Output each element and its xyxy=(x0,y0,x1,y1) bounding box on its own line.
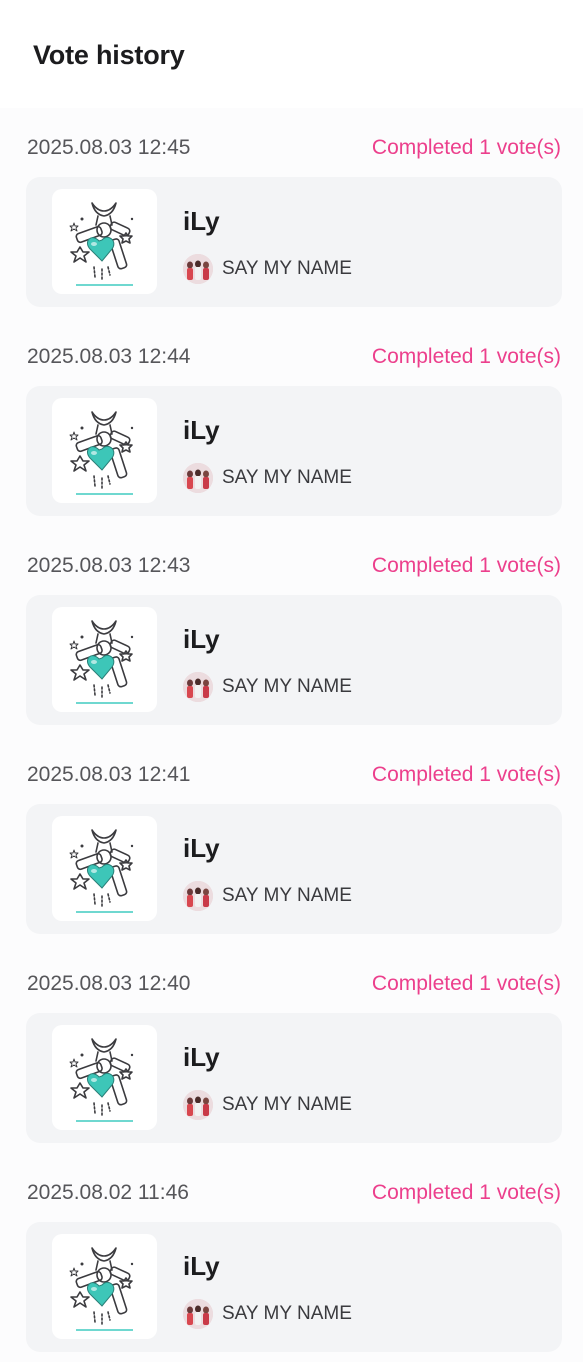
vote-card[interactable]: iLy SAY MY NAME xyxy=(26,177,562,307)
vote-status: Completed 1 vote(s) xyxy=(371,972,561,995)
vote-entry: 2025.08.03 12:43 Completed 1 vote(s) iLy… xyxy=(0,526,583,735)
song-title: SAY MY NAME xyxy=(222,467,352,488)
vote-card[interactable]: iLy SAY MY NAME xyxy=(26,595,562,725)
artist-name: iLy xyxy=(183,206,220,236)
group-avatar-icon xyxy=(183,1299,213,1329)
vote-date: 2025.08.03 12:43 xyxy=(27,554,191,577)
vote-status: Completed 1 vote(s) xyxy=(371,136,561,159)
song-row: SAY MY NAME xyxy=(183,672,352,702)
album-cover-icon xyxy=(52,816,157,921)
vote-entry: 2025.08.03 12:44 Completed 1 vote(s) iLy… xyxy=(0,317,583,526)
group-avatar-icon xyxy=(183,672,213,702)
vote-card[interactable]: iLy SAY MY NAME xyxy=(26,386,562,516)
song-title: SAY MY NAME xyxy=(222,258,352,279)
artist-name: iLy xyxy=(183,1251,220,1281)
group-avatar-icon xyxy=(183,254,213,284)
vote-date: 2025.08.03 12:41 xyxy=(27,763,191,786)
vote-history-list[interactable]: 2025.08.03 12:45 Completed 1 vote(s) iLy… xyxy=(0,108,583,1362)
song-title: SAY MY NAME xyxy=(222,1094,352,1115)
album-cover-icon xyxy=(52,1234,157,1339)
vote-entry: 2025.08.02 11:46 Completed 1 vote(s) iLy… xyxy=(0,1153,583,1362)
artist-name: iLy xyxy=(183,415,220,445)
artist-name: iLy xyxy=(183,833,220,863)
vote-status: Completed 1 vote(s) xyxy=(371,1181,561,1204)
vote-entry: 2025.08.03 12:41 Completed 1 vote(s) iLy… xyxy=(0,735,583,944)
song-title: SAY MY NAME xyxy=(222,1303,352,1324)
song-title: SAY MY NAME xyxy=(222,885,352,906)
page-title: Vote history xyxy=(33,40,185,70)
vote-entry: 2025.08.03 12:45 Completed 1 vote(s) iLy… xyxy=(0,108,583,317)
album-cover-icon xyxy=(52,398,157,503)
vote-card[interactable]: iLy SAY MY NAME xyxy=(26,1222,562,1352)
song-row: SAY MY NAME xyxy=(183,1299,352,1329)
artist-name: iLy xyxy=(183,1042,220,1072)
vote-entry: 2025.08.03 12:40 Completed 1 vote(s) iLy… xyxy=(0,944,583,1153)
vote-card[interactable]: iLy SAY MY NAME xyxy=(26,804,562,934)
vote-date: 2025.08.03 12:40 xyxy=(27,972,191,995)
group-avatar-icon xyxy=(183,881,213,911)
song-row: SAY MY NAME xyxy=(183,881,352,911)
vote-status: Completed 1 vote(s) xyxy=(371,554,561,577)
song-title: SAY MY NAME xyxy=(222,676,352,697)
group-avatar-icon xyxy=(183,1090,213,1120)
vote-date: 2025.08.03 12:44 xyxy=(27,345,191,368)
page-header: Vote history xyxy=(0,0,583,108)
album-cover-icon xyxy=(52,607,157,712)
song-row: SAY MY NAME xyxy=(183,254,352,284)
vote-card[interactable]: iLy SAY MY NAME xyxy=(26,1013,562,1143)
vote-status: Completed 1 vote(s) xyxy=(371,345,561,368)
group-avatar-icon xyxy=(183,463,213,493)
vote-date: 2025.08.02 11:46 xyxy=(27,1181,189,1204)
vote-date: 2025.08.03 12:45 xyxy=(27,136,191,159)
album-cover-icon xyxy=(52,189,157,294)
song-row: SAY MY NAME xyxy=(183,1090,352,1120)
vote-status: Completed 1 vote(s) xyxy=(371,763,561,786)
artist-name: iLy xyxy=(183,624,220,654)
song-row: SAY MY NAME xyxy=(183,463,352,493)
album-cover-icon xyxy=(52,1025,157,1130)
